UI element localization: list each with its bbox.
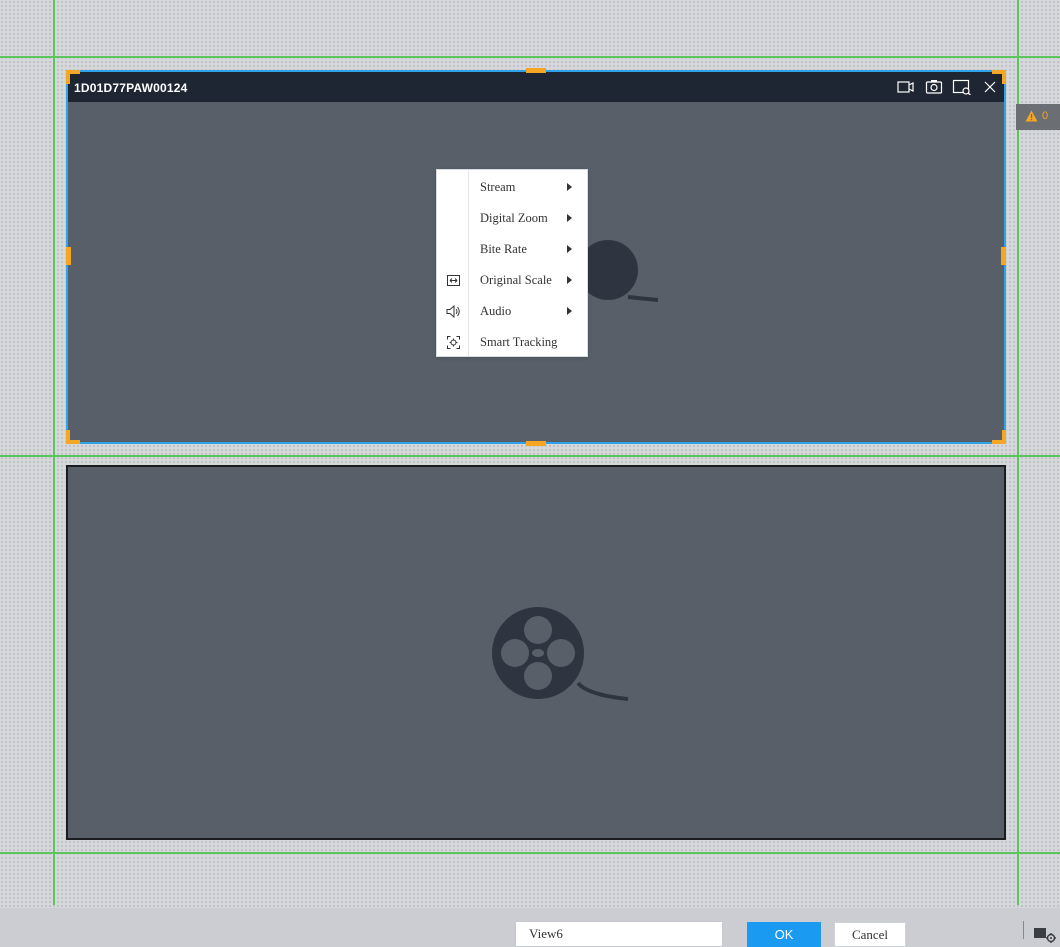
alarm-badge[interactable]: 0 [1016,104,1060,130]
smart-tracking-icon [445,334,461,350]
resize-handle-bottom-left[interactable] [66,430,80,444]
menu-item-label: Original Scale [480,273,552,287]
resize-handle-right[interactable] [1001,247,1006,265]
context-menu: Stream Digital Zoom Bite Rate Original S… [436,169,588,357]
submenu-arrow-icon [567,276,572,284]
record-icon[interactable] [896,77,916,97]
submenu-arrow-icon [567,183,572,191]
menu-item-label: Digital Zoom [480,211,548,225]
resize-handle-top-left[interactable] [66,70,80,84]
menu-item-label: Bite Rate [480,242,527,256]
alarm-count: 0 [1042,110,1049,122]
toolbar-divider [1023,921,1024,939]
film-reel-icon [492,607,629,701]
resize-handle-bottom[interactable] [526,441,546,446]
ok-button[interactable]: OK [747,922,821,947]
resize-handle-bottom-right[interactable] [992,430,1006,444]
bottom-bar: View6 OK Cancel [0,908,1060,947]
cancel-button[interactable]: Cancel [834,922,906,947]
resize-handle-left[interactable] [66,247,71,265]
submenu-arrow-icon [567,245,572,253]
snapshot-icon[interactable] [924,77,944,97]
menu-item-bite-rate[interactable]: Bite Rate [437,233,587,264]
speaker-icon [445,303,461,319]
menu-item-audio[interactable]: Audio [437,295,587,326]
menu-item-smart-tracking[interactable]: Smart Tracking [437,326,587,357]
submenu-arrow-icon [567,214,572,222]
menu-item-original-scale[interactable]: Original Scale [437,264,587,295]
menu-item-digital-zoom[interactable]: Digital Zoom [437,202,587,233]
submenu-arrow-icon [567,307,572,315]
guide-line-horizontal [0,852,1060,854]
warning-icon [1025,110,1038,122]
guide-line-horizontal [0,455,1060,457]
instant-playback-icon[interactable] [952,77,972,97]
resize-handle-top[interactable] [526,68,546,73]
guide-line-vertical [1017,0,1019,905]
channel-name: 1D01D77PAW00124 [74,81,188,95]
guide-line-horizontal [0,56,1060,58]
view-name-input[interactable]: View6 [515,921,723,947]
video-window-titlebar: 1D01D77PAW00124 [68,72,1004,102]
menu-item-label: Audio [480,304,512,318]
fit-scale-icon [445,272,461,288]
window-settings-icon[interactable] [1034,924,1056,944]
menu-item-label: Stream [480,180,516,194]
menu-item-stream[interactable]: Stream [437,171,587,202]
film-reel-icon [588,240,658,302]
guide-line-vertical [53,0,55,905]
resize-handle-top-right[interactable] [992,70,1006,84]
video-window-2[interactable] [66,465,1006,840]
menu-item-label: Smart Tracking [480,335,558,349]
